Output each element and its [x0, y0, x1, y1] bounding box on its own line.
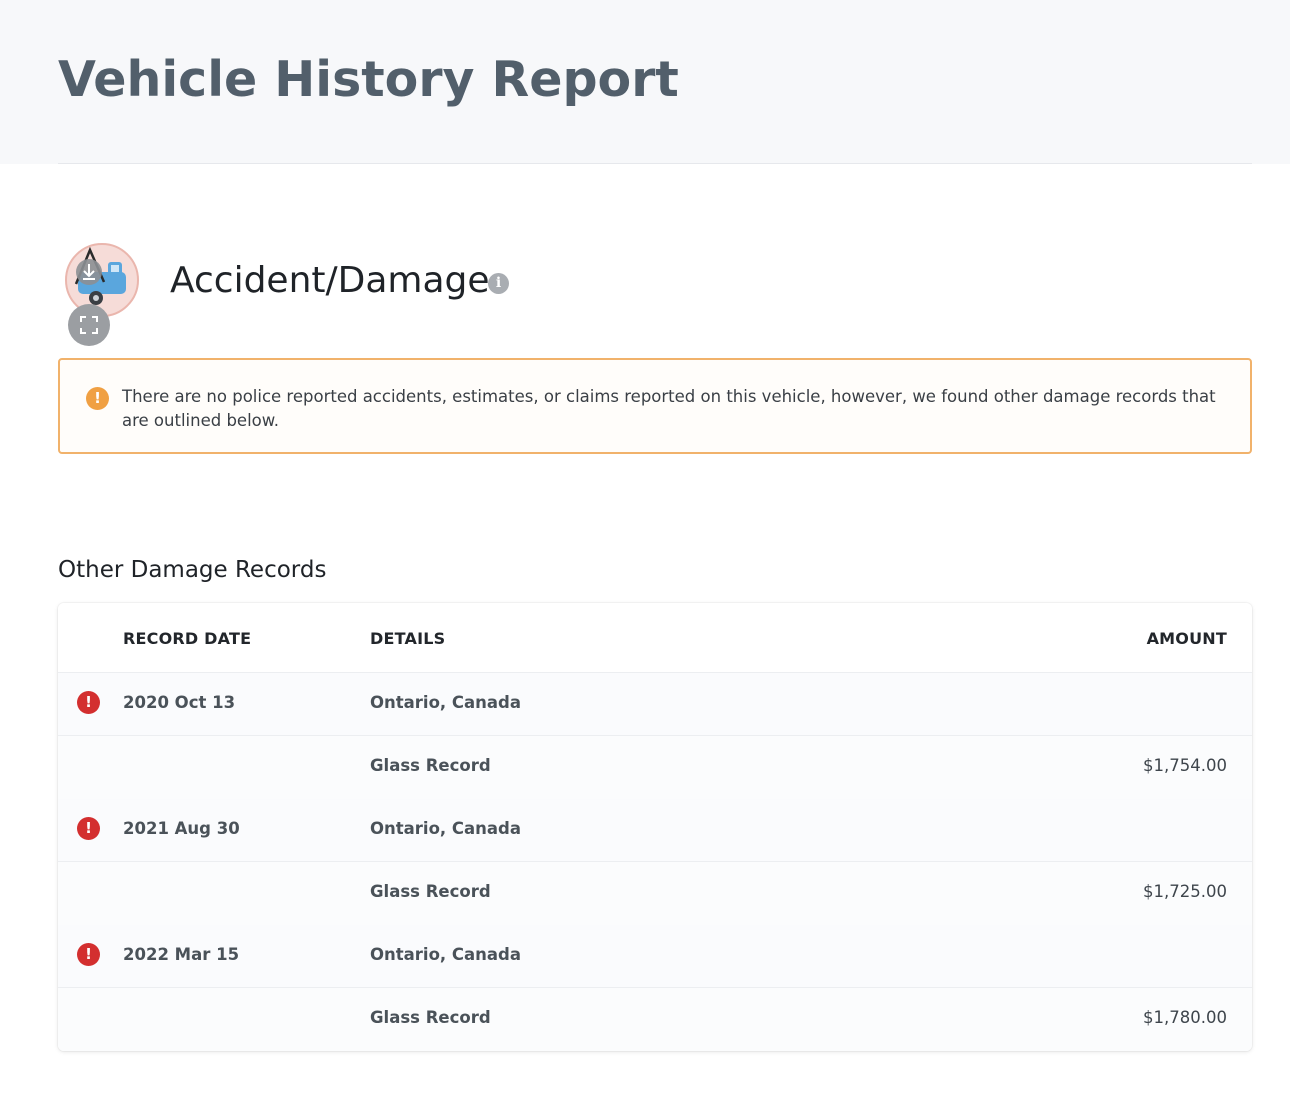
table-row: Glass Record $1,754.00 [58, 736, 1252, 801]
record-date: 2021 Aug 30 [123, 819, 240, 838]
table-row: ! 2021 Aug 30 Ontario, Canada [58, 799, 1252, 862]
error-icon: ! [77, 943, 100, 966]
table-row: ! 2022 Mar 15 Ontario, Canada [58, 925, 1252, 988]
warning-alert: ! There are no police reported accidents… [58, 358, 1252, 454]
error-icon: ! [77, 691, 100, 714]
expand-icon[interactable] [68, 304, 110, 346]
damage-records-table: RECORD DATE DETAILS AMOUNT ! 2020 Oct 13… [58, 603, 1252, 1051]
table-header: RECORD DATE DETAILS AMOUNT [58, 603, 1252, 673]
column-header-amount: AMOUNT [1146, 629, 1227, 648]
record-amount: $1,780.00 [1143, 1008, 1227, 1027]
column-header-details: DETAILS [370, 629, 446, 648]
info-icon[interactable]: i [488, 273, 509, 294]
record-type: Glass Record [370, 1008, 491, 1027]
record-date: 2022 Mar 15 [123, 945, 240, 964]
alert-message: There are no police reported accidents, … [122, 387, 1216, 430]
record-date: 2020 Oct 13 [123, 693, 236, 712]
record-location: Ontario, Canada [370, 819, 522, 838]
record-location: Ontario, Canada [370, 945, 522, 964]
records-title: Other Damage Records [58, 557, 327, 583]
table-row: Glass Record $1,780.00 [58, 988, 1252, 1051]
record-amount: $1,725.00 [1143, 882, 1227, 901]
header-divider [58, 163, 1252, 164]
section-title: Accident/Damage [170, 260, 490, 301]
warning-icon: ! [86, 387, 109, 410]
record-type: Glass Record [370, 756, 491, 775]
record-amount: $1,754.00 [1143, 756, 1227, 775]
record-type: Glass Record [370, 882, 491, 901]
table-row: Glass Record $1,725.00 [58, 862, 1252, 927]
record-location: Ontario, Canada [370, 693, 522, 712]
table-row: ! 2020 Oct 13 Ontario, Canada [58, 673, 1252, 736]
column-header-date: RECORD DATE [123, 629, 252, 648]
page-title: Vehicle History Report [58, 51, 679, 108]
error-icon: ! [77, 817, 100, 840]
